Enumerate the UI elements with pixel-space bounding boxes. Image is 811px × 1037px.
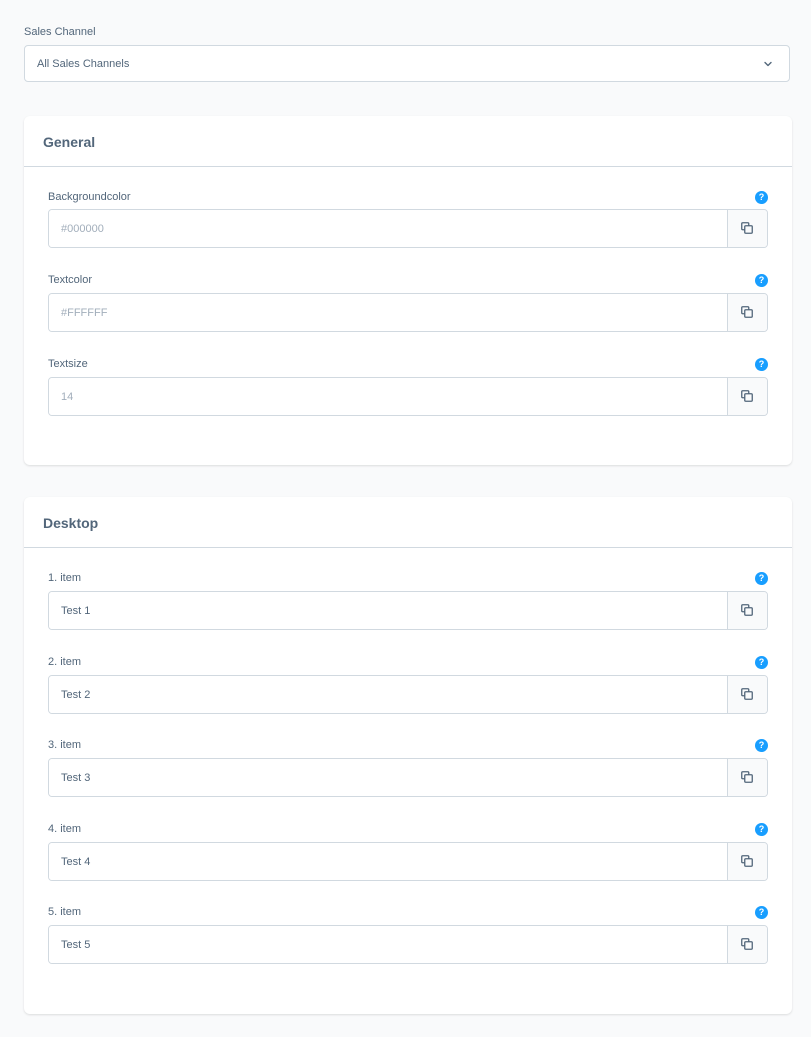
chevron-down-icon — [764, 61, 772, 67]
copy-icon — [741, 938, 753, 950]
field-label: 5. item — [48, 906, 82, 918]
copy-icon — [741, 771, 753, 783]
card-title: Desktop — [43, 515, 99, 531]
field-label: Textsize — [48, 358, 88, 370]
card-title: General — [43, 134, 96, 150]
copy-icon — [741, 855, 753, 867]
copy-button[interactable] — [727, 843, 767, 880]
field-item-2: 2. item ? — [48, 656, 768, 714]
copy-icon — [741, 390, 753, 402]
copy-icon — [741, 222, 753, 234]
input-group — [48, 591, 768, 630]
help-circle-icon[interactable]: ? — [755, 823, 768, 836]
help-circle-icon[interactable]: ? — [755, 656, 768, 669]
desktop-card: Desktop 1. item ? 2. item ? — [24, 497, 792, 1014]
item-4-input[interactable] — [49, 843, 728, 880]
copy-button[interactable] — [727, 759, 767, 796]
general-card: General Backgroundcolor ? Textcolor ? — [24, 116, 792, 465]
field-label: 1. item — [48, 572, 82, 584]
field-item-3: 3. item ? — [48, 739, 768, 797]
field-item-1: 1. item ? — [48, 572, 768, 630]
input-group — [48, 758, 768, 797]
textcolor-input[interactable] — [49, 294, 728, 331]
field-textcolor: Textcolor ? — [48, 274, 768, 332]
sales-channel-label: Sales Channel — [24, 26, 96, 38]
item-5-input[interactable] — [49, 926, 728, 963]
item-3-input[interactable] — [49, 759, 728, 796]
help-circle-icon[interactable]: ? — [755, 274, 768, 287]
copy-button[interactable] — [727, 676, 767, 713]
copy-icon — [741, 306, 753, 318]
input-group — [48, 209, 768, 248]
input-group — [48, 842, 768, 881]
field-label: Textcolor — [48, 274, 93, 286]
copy-icon — [741, 604, 753, 616]
field-label: 3. item — [48, 739, 82, 751]
copy-button[interactable] — [727, 926, 767, 963]
copy-button[interactable] — [727, 592, 767, 629]
desktop-card-header: Desktop — [24, 497, 792, 548]
textsize-input[interactable] — [49, 378, 728, 415]
copy-button[interactable] — [727, 294, 767, 331]
general-card-header: General — [24, 116, 792, 167]
field-textsize: Textsize ? — [48, 358, 768, 416]
field-item-5: 5. item ? — [48, 906, 768, 964]
field-label: 4. item — [48, 823, 82, 835]
input-group — [48, 293, 768, 332]
field-label: 2. item — [48, 656, 82, 668]
field-label: Backgroundcolor — [48, 191, 131, 203]
copy-button[interactable] — [727, 210, 767, 247]
item-2-input[interactable] — [49, 676, 728, 713]
sales-channel-selected-value: All Sales Channels — [37, 58, 130, 70]
item-1-input[interactable] — [49, 592, 728, 629]
help-circle-icon[interactable]: ? — [755, 572, 768, 585]
help-circle-icon[interactable]: ? — [755, 358, 768, 371]
input-group — [48, 377, 768, 416]
help-circle-icon[interactable]: ? — [755, 906, 768, 919]
sales-channel-select[interactable]: All Sales Channels — [24, 45, 790, 82]
copy-icon — [741, 688, 753, 700]
help-circle-icon[interactable]: ? — [755, 191, 768, 204]
field-item-4: 4. item ? — [48, 823, 768, 881]
help-circle-icon[interactable]: ? — [755, 739, 768, 752]
backgroundcolor-input[interactable] — [49, 210, 728, 247]
field-backgroundcolor: Backgroundcolor ? — [48, 191, 768, 248]
input-group — [48, 675, 768, 714]
input-group — [48, 925, 768, 964]
copy-button[interactable] — [727, 378, 767, 415]
